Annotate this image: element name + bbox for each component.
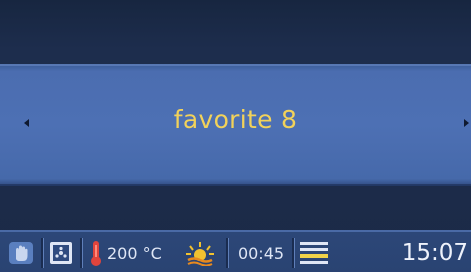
rack-level-icon[interactable] [297, 238, 331, 268]
oven-display-screen: favorite 8 200 °C 00:45 15:07 [0, 0, 471, 272]
duration-text: 00:45 [237, 243, 285, 263]
status-bar: 200 °C 00:45 15:07 [0, 230, 471, 272]
clock[interactable]: 15:07 [402, 238, 468, 268]
temperature-value[interactable]: 200 °C [107, 238, 175, 268]
hand-icon[interactable] [6, 238, 36, 268]
program-name: favorite 8 [173, 105, 298, 134]
heating-sun-icon[interactable] [180, 238, 220, 268]
duration-value[interactable]: 00:45 [232, 238, 290, 268]
temperature-text: 200 °C [107, 243, 162, 263]
thermometer-icon [86, 238, 106, 268]
cooking-mode-icon[interactable] [46, 238, 76, 268]
clock-text: 15:07 [401, 240, 468, 266]
